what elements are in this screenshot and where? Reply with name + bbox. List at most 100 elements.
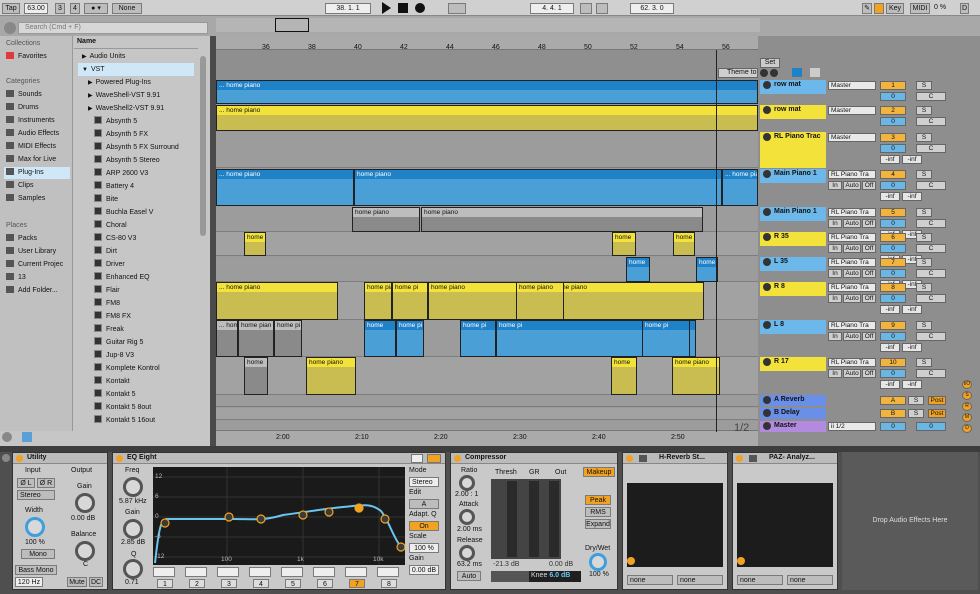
next-locator-icon[interactable]: [770, 69, 778, 77]
eq-filter-type-select[interactable]: [281, 567, 303, 577]
eq-band-handle[interactable]: [354, 503, 364, 513]
crossfade-button[interactable]: C: [916, 219, 946, 228]
eq-gain-knob[interactable]: [123, 519, 143, 539]
view-toggle-d[interactable]: D: [962, 424, 972, 433]
h-reverb-param-select-2[interactable]: none: [677, 575, 723, 585]
lock-icon[interactable]: [810, 68, 820, 77]
track-header[interactable]: Main Piano 1: [760, 207, 826, 221]
solo-button[interactable]: S: [916, 258, 932, 267]
ratio-value[interactable]: 2.00 : 1: [455, 491, 478, 498]
volume-field[interactable]: 0: [880, 181, 906, 190]
freq-value[interactable]: 5.87 kHz: [119, 498, 147, 505]
sidebar-place-3[interactable]: 13: [6, 272, 26, 284]
track-fold-icon[interactable]: [763, 396, 771, 404]
quantize-select[interactable]: None: [112, 3, 142, 14]
plugin-item[interactable]: Bite: [94, 193, 118, 206]
solo-button[interactable]: S: [916, 133, 932, 142]
paz-wrench-icon[interactable]: [749, 455, 757, 462]
adapt-q-toggle[interactable]: On: [409, 521, 439, 531]
eq-audition-icon[interactable]: [427, 454, 441, 463]
plugin-item[interactable]: Kontakt 5 8out: [94, 401, 151, 414]
clip[interactable]: home piano: [354, 169, 722, 206]
track-fold-icon[interactable]: [763, 409, 771, 417]
disclosure-icon[interactable]: ▼: [82, 67, 88, 73]
monitor-off[interactable]: Off: [862, 294, 876, 303]
sidebar-item-instruments[interactable]: Instruments: [6, 115, 55, 127]
overdub-button[interactable]: [448, 3, 466, 14]
monitor-in[interactable]: In: [828, 269, 842, 278]
locator-theme[interactable]: Theme to: [718, 68, 758, 78]
sidebar-item-clips[interactable]: Clips: [6, 180, 34, 192]
clip[interactable]: home pi: [392, 282, 428, 320]
mute-button[interactable]: Mute: [67, 577, 87, 587]
peak-button[interactable]: Peak: [585, 495, 611, 505]
clip[interactable]: ... home piano: [216, 169, 354, 206]
track-fold-icon[interactable]: [763, 422, 771, 430]
clip[interactable]: home: [612, 232, 636, 256]
monitor-off[interactable]: Off: [862, 369, 876, 378]
clip[interactable]: home pian: [238, 320, 274, 357]
solo-button[interactable]: S: [916, 233, 932, 242]
volume-field[interactable]: 0: [880, 219, 906, 228]
track-header[interactable]: R 8: [760, 282, 826, 296]
track-name[interactable]: B Delay: [774, 409, 800, 416]
q-knob[interactable]: [123, 559, 143, 579]
edit-a-button[interactable]: A: [409, 499, 439, 509]
search-input[interactable]: Search (Cmd + F): [18, 22, 208, 34]
device-view-toggle-icon[interactable]: [2, 454, 10, 462]
utility-power-icon[interactable]: [16, 455, 23, 462]
clip[interactable]: home: [611, 357, 637, 395]
sidebar-item-max-for-live[interactable]: Max for Live: [6, 154, 56, 166]
clip[interactable]: home pi: [274, 320, 302, 357]
paz-plugin-area[interactable]: [737, 483, 833, 567]
track-activator[interactable]: 9: [880, 321, 906, 330]
output-routing-select[interactable]: RL Piano Tra: [828, 233, 876, 242]
track-header[interactable]: L 8: [760, 320, 826, 334]
monitor-off[interactable]: Off: [862, 244, 876, 253]
monitor-off[interactable]: Off: [862, 181, 876, 190]
eq-band-handle[interactable]: [380, 514, 390, 524]
track-activator[interactable]: 5: [880, 208, 906, 217]
crossfade-button[interactable]: C: [916, 117, 946, 126]
width-value[interactable]: 100 %: [25, 539, 45, 546]
track-name[interactable]: R 35: [774, 233, 789, 240]
master-output-select[interactable]: ii 1/2: [828, 422, 876, 431]
eq-filter-type-select[interactable]: [249, 567, 271, 577]
plugin-item[interactable]: Flair: [94, 284, 120, 297]
plugin-item[interactable]: Dirt: [94, 245, 117, 258]
return-track-header[interactable]: A Reverb: [760, 395, 826, 406]
overview-viewport[interactable]: [275, 18, 309, 32]
width-knob[interactable]: [25, 517, 45, 537]
solo-button[interactable]: S: [916, 170, 932, 179]
monitor-in[interactable]: In: [828, 332, 842, 341]
clip[interactable]: ... home piano: [216, 80, 758, 104]
compressor-power-icon[interactable]: [454, 455, 461, 462]
clip[interactable]: home: [696, 257, 718, 282]
name-column-header[interactable]: Name: [74, 38, 198, 49]
eq-band-handle[interactable]: [224, 512, 234, 522]
clip[interactable]: home: [673, 232, 695, 256]
monitor-auto[interactable]: Auto: [843, 369, 861, 378]
track-lane[interactable]: [216, 395, 758, 407]
track-name[interactable]: R 17: [774, 358, 789, 365]
track-name[interactable]: A Reverb: [774, 396, 804, 403]
record-icon[interactable]: [415, 3, 425, 13]
crossfade-button[interactable]: C: [916, 144, 946, 153]
volume-field[interactable]: 0: [880, 369, 906, 378]
sidebar-place-4[interactable]: Add Folder...: [6, 285, 58, 297]
plugin-item[interactable]: Enhanced EQ: [94, 271, 150, 284]
crossfade-button[interactable]: C: [916, 294, 946, 303]
track-fold-icon[interactable]: [763, 170, 771, 178]
clip[interactable]: ... home piano: [722, 169, 758, 206]
out-value[interactable]: 0.00 dB: [549, 561, 573, 568]
eq-filter-type-select[interactable]: [345, 567, 367, 577]
tree-item[interactable]: ▶ WaveShell2-VST 9.91: [88, 102, 164, 115]
track-fold-icon[interactable]: [763, 358, 771, 366]
disclosure-icon[interactable]: ▶: [88, 106, 93, 112]
monitor-off[interactable]: Off: [862, 219, 876, 228]
solo-button[interactable]: S: [916, 106, 932, 115]
tree-item[interactable]: ▶ Audio Units: [82, 50, 125, 63]
h-reverb-power-icon[interactable]: [626, 455, 633, 462]
paz-edit-icon[interactable]: [737, 557, 745, 565]
eq-band-toggle[interactable]: 2: [189, 579, 205, 588]
